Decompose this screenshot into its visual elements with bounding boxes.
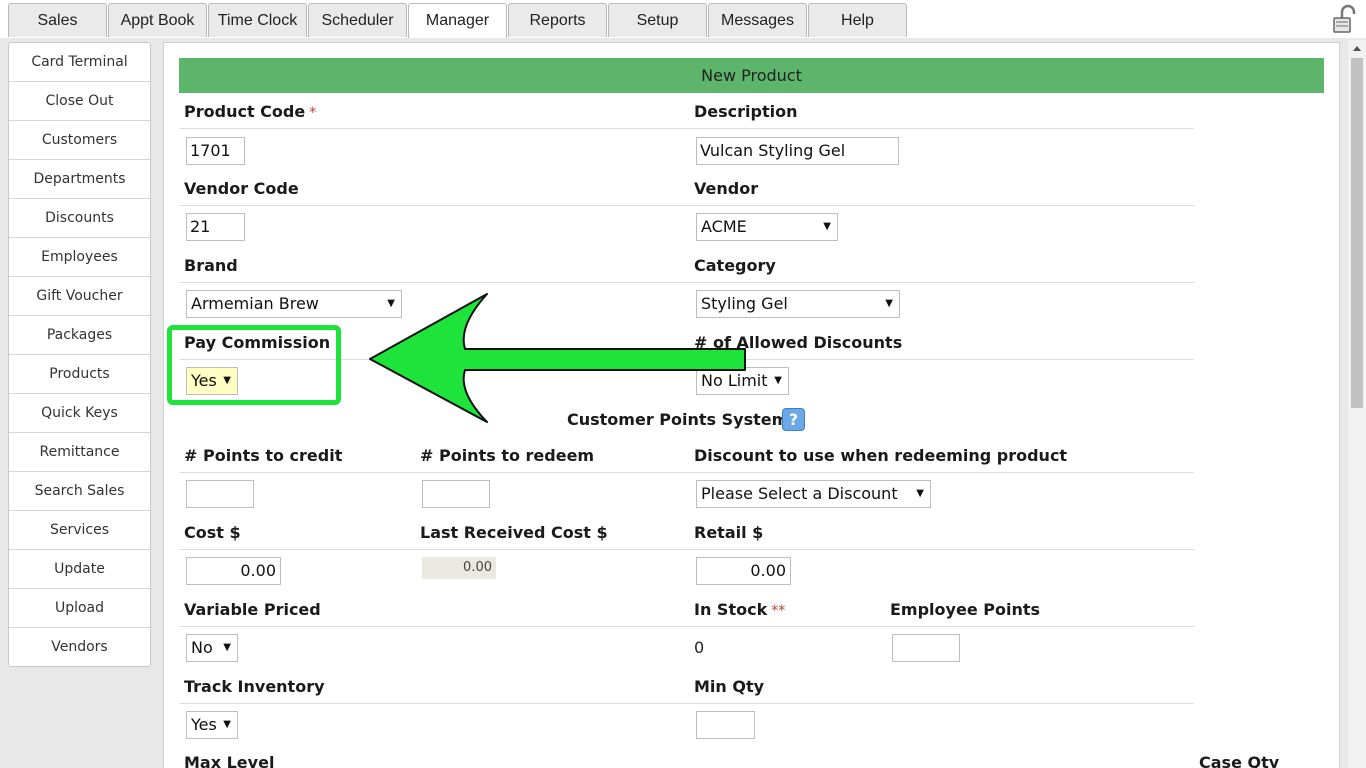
description-field[interactable]: Vulcan Styling Gel — [696, 137, 899, 165]
sidebar-item-quick-keys[interactable]: Quick Keys — [9, 394, 150, 433]
last-received-cost-label: Last Received Cost $ — [420, 523, 608, 542]
product-code-label-text: Product Code — [184, 102, 306, 121]
chevron-down-icon: ▼ — [916, 488, 924, 499]
scroll-thumb[interactable] — [1351, 58, 1363, 408]
retail-field[interactable]: 0.00 — [696, 557, 791, 585]
in-stock-label: In Stock ** — [694, 600, 785, 619]
sidebar-item-vendors[interactable]: Vendors — [9, 628, 150, 667]
tab-manager[interactable]: Manager — [408, 3, 507, 38]
track-inventory-select[interactable]: Yes ▼ — [186, 711, 238, 739]
green-arrow-icon — [369, 293, 746, 423]
help-icon[interactable]: ? — [782, 408, 805, 431]
page-scrollbar[interactable] — [1348, 40, 1366, 768]
highlight-box — [167, 325, 341, 405]
tab-sales[interactable]: Sales — [8, 3, 107, 37]
chevron-down-icon: ▼ — [774, 375, 782, 386]
scroll-up-icon[interactable] — [1348, 40, 1366, 57]
max-level-label: Max Level — [184, 753, 275, 768]
tab-scheduler[interactable]: Scheduler — [308, 3, 407, 37]
tab-appt-book[interactable]: Appt Book — [108, 3, 207, 37]
divider — [179, 626, 1194, 627]
divider — [179, 703, 1194, 704]
chevron-down-icon: ▼ — [223, 642, 231, 653]
tab-setup[interactable]: Setup — [608, 3, 707, 37]
redeem-discount-select[interactable]: Please Select a Discount ▼ — [696, 480, 931, 508]
min-qty-field[interactable] — [696, 711, 755, 739]
track-inventory-value: Yes — [191, 715, 217, 734]
in-stock-label-text: In Stock — [694, 600, 768, 619]
points-to-credit-label: # Points to credit — [184, 446, 343, 465]
vendor-code-label: Vendor Code — [184, 179, 299, 198]
redeem-discount-label: Discount to use when redeeming product — [694, 446, 1068, 465]
points-to-redeem-field[interactable] — [422, 480, 490, 508]
track-inventory-label: Track Inventory — [184, 677, 325, 696]
divider — [179, 282, 1194, 283]
divider — [179, 549, 1194, 550]
sidebar-item-departments[interactable]: Departments — [9, 160, 150, 199]
sidebar-item-card-terminal[interactable]: Card Terminal — [9, 43, 150, 82]
min-qty-label: Min Qty — [694, 677, 765, 696]
sidebar-item-packages[interactable]: Packages — [9, 316, 150, 355]
divider — [179, 128, 1194, 129]
variable-priced-label: Variable Priced — [184, 600, 321, 619]
last-received-cost-value: 0.00 — [422, 557, 496, 579]
sidebar-item-update[interactable]: Update — [9, 550, 150, 589]
sidebar-item-close-out[interactable]: Close Out — [9, 82, 150, 121]
tab-messages[interactable]: Messages — [708, 3, 807, 37]
sidebar-item-employees[interactable]: Employees — [9, 238, 150, 277]
sidebar-item-search-sales[interactable]: Search Sales — [9, 472, 150, 511]
product-code-field[interactable]: 1701 — [186, 137, 245, 165]
vendor-label: Vendor — [694, 179, 759, 198]
retail-label: Retail $ — [694, 523, 764, 542]
required-mark: ** — [771, 603, 786, 619]
sidebar-item-services[interactable]: Services — [9, 511, 150, 550]
chevron-down-icon: ▼ — [885, 298, 893, 309]
tab-time-clock[interactable]: Time Clock — [208, 3, 307, 37]
description-label: Description — [694, 102, 798, 121]
category-label: Category — [694, 256, 776, 275]
chevron-down-icon: ▼ — [823, 221, 831, 232]
redeem-discount-value: Please Select a Discount — [701, 484, 898, 503]
employee-points-label: Employee Points — [890, 600, 1040, 619]
chevron-down-icon: ▼ — [223, 719, 231, 730]
sidebar-item-discounts[interactable]: Discounts — [9, 199, 150, 238]
in-stock-value: 0 — [694, 638, 705, 657]
cost-label: Cost $ — [184, 523, 241, 542]
sidebar-item-products[interactable]: Products — [9, 355, 150, 394]
product-code-label: Product Code * — [184, 102, 316, 121]
brand-label: Brand — [184, 256, 238, 275]
sidebar-item-remittance[interactable]: Remittance — [9, 433, 150, 472]
tab-help[interactable]: Help — [808, 3, 907, 37]
lock-icon[interactable] — [1330, 4, 1360, 34]
employee-points-field[interactable] — [892, 634, 960, 662]
vendor-select[interactable]: ACME ▼ — [696, 213, 838, 241]
sidebar-item-customers[interactable]: Customers — [9, 121, 150, 160]
sidebar-item-upload[interactable]: Upload — [9, 589, 150, 628]
points-to-redeem-label: # Points to redeem — [420, 446, 595, 465]
sidebar-item-gift-voucher[interactable]: Gift Voucher — [9, 277, 150, 316]
top-nav-bar: Sales Appt Book Time Clock Scheduler Man… — [0, 0, 1366, 38]
variable-priced-value: No — [191, 638, 213, 657]
cost-field[interactable]: 0.00 — [186, 557, 281, 585]
form-title: New Product — [179, 58, 1324, 93]
variable-priced-select[interactable]: No ▼ — [186, 634, 238, 662]
vendor-select-value: ACME — [701, 217, 747, 236]
vendor-code-field[interactable]: 21 — [186, 213, 245, 241]
divider — [179, 205, 1194, 206]
tab-reports[interactable]: Reports — [508, 3, 607, 37]
sidebar: Card Terminal Close Out Customers Depart… — [8, 42, 151, 667]
brand-select-value: Armemian Brew — [191, 294, 319, 313]
case-qty-label: Case Qty — [1199, 753, 1280, 768]
required-mark: * — [309, 105, 317, 121]
divider — [179, 472, 1194, 473]
points-to-credit-field[interactable] — [186, 480, 254, 508]
